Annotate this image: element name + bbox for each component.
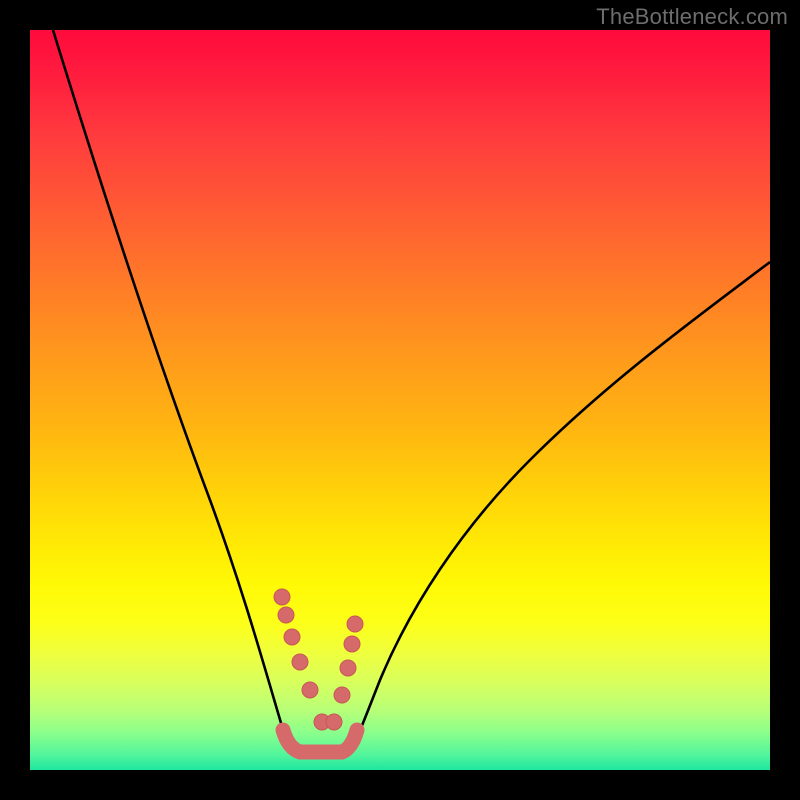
curve-right-branch [350, 262, 770, 752]
plot-area [30, 30, 770, 770]
marker-dot [344, 636, 360, 652]
marker-dot [347, 616, 363, 632]
marker-dot [334, 687, 350, 703]
curve-left-branch [53, 30, 292, 752]
marker-dot [302, 682, 318, 698]
outer-frame: TheBottleneck.com [0, 0, 800, 800]
trough-band [283, 730, 357, 752]
marker-dot [340, 660, 356, 676]
marker-dot [284, 629, 300, 645]
marker-dot [292, 654, 308, 670]
marker-dot [274, 589, 290, 605]
marker-group [274, 589, 363, 730]
marker-dot [278, 607, 294, 623]
watermark-text: TheBottleneck.com [596, 4, 788, 30]
marker-dot [326, 714, 342, 730]
curve-overlay [30, 30, 770, 770]
